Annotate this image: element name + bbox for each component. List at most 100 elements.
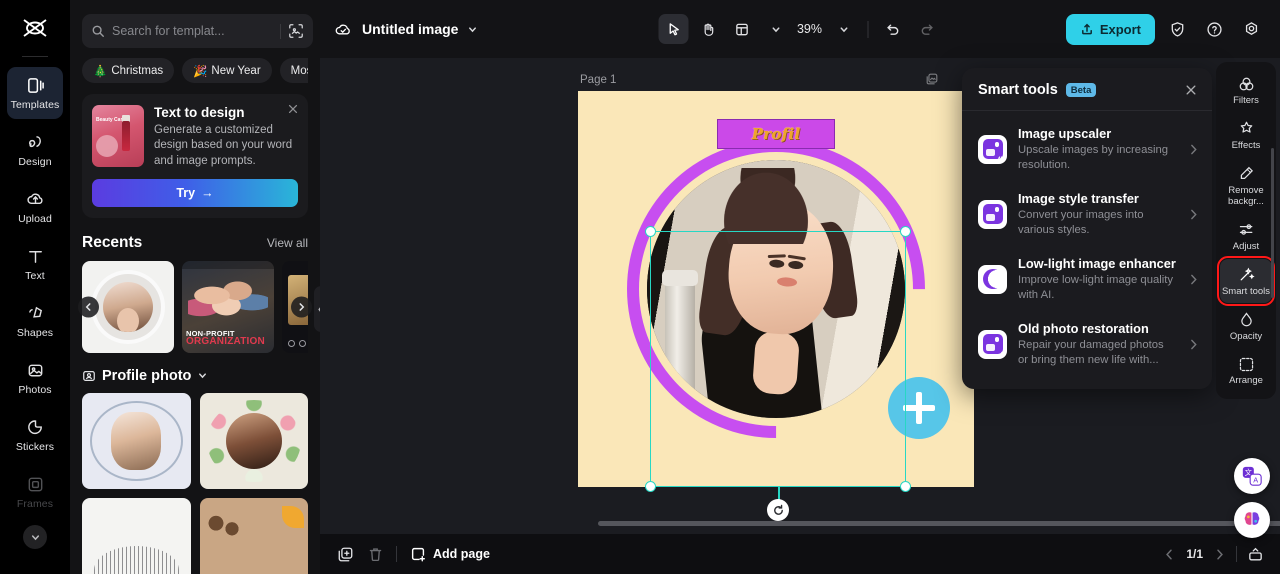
delete-page-button[interactable] xyxy=(366,545,384,563)
smart-tool-old-photo-restoration[interactable]: C Old photo restoration Repair your dama… xyxy=(962,312,1212,377)
search-input[interactable] xyxy=(112,24,273,38)
rotate-stem xyxy=(778,486,780,510)
lips-shape xyxy=(776,277,798,288)
ai-assistant-fab[interactable] xyxy=(1234,502,1270,538)
stickers-icon xyxy=(25,417,45,437)
text-to-design-promo-card[interactable]: Beauty Care Text to design Generate a cu… xyxy=(82,94,308,218)
profil-banner[interactable]: Profil xyxy=(717,119,835,149)
sidebar-item-upload[interactable]: Upload xyxy=(7,181,63,233)
design-icon xyxy=(25,132,45,152)
collapse-panel-button[interactable] xyxy=(314,286,320,332)
promo-thumbnail: Beauty Care xyxy=(92,105,144,167)
arrange-icon xyxy=(1237,355,1255,373)
sidebar-item-frames[interactable]: Frames xyxy=(7,466,63,518)
sidebar-item-photos[interactable]: Photos xyxy=(7,352,63,404)
banner-text: Profil xyxy=(751,125,801,143)
smart-tool-name: Low-light image enhancer xyxy=(1018,255,1176,271)
settings-button[interactable] xyxy=(1236,14,1266,44)
prev-page-button[interactable] xyxy=(1163,548,1176,561)
sidebar-item-templates[interactable]: Templates xyxy=(7,67,63,119)
chip-label: Mos xyxy=(290,64,308,77)
capcut-editor-window: Templates Design Upload Text Shapes Phot… xyxy=(0,0,1280,574)
chip-most[interactable]: Mos xyxy=(279,58,308,83)
document-name-group[interactable]: Untitled image xyxy=(334,20,478,39)
add-page-button[interactable]: Add page xyxy=(409,545,490,563)
select-tool-button[interactable] xyxy=(658,14,689,44)
arrow-right-icon: → xyxy=(201,185,214,200)
next-page-button[interactable] xyxy=(1213,548,1226,561)
duplicate-page-button[interactable] xyxy=(336,545,354,563)
right-tool-adjust[interactable]: Adjust xyxy=(1220,214,1272,258)
recent-template-card[interactable]: NON-PROFIT ORGANIZATION xyxy=(182,260,274,353)
toolbar-center-tools: 39% xyxy=(658,14,942,44)
layout-chevron-button[interactable] xyxy=(761,14,791,44)
canvas-horizontal-scrollbar[interactable] xyxy=(598,521,1280,526)
smart-tool-description: Upscale images by increasing resolution. xyxy=(1018,144,1169,172)
right-tool-smart-tools[interactable]: Smart tools xyxy=(1217,255,1275,306)
rotate-handle[interactable] xyxy=(767,499,789,521)
translate-fab[interactable]: 文 A xyxy=(1234,458,1270,494)
chip-label: New Year xyxy=(211,64,261,77)
right-tool-remove-background[interactable]: Remove backgr... xyxy=(1220,158,1272,213)
smart-tool-image-upscaler[interactable]: 4K Image upscaler Upscale images by incr… xyxy=(962,117,1212,182)
smart-tool-name: Image style transfer xyxy=(1018,190,1139,206)
search-box[interactable] xyxy=(82,14,313,48)
smart-tool-low-light-image-enhancer[interactable]: Low-light image enhancer Improve low-lig… xyxy=(962,247,1212,312)
expand-sidebar-button[interactable] xyxy=(23,525,47,549)
lamp-shape xyxy=(662,270,698,398)
design-artboard[interactable]: Profil xyxy=(578,91,974,487)
compact-shape xyxy=(96,135,118,157)
carousel-prev-button[interactable] xyxy=(78,296,99,318)
profile-photo-header[interactable]: Profile photo xyxy=(82,368,308,384)
right-tool-label: Arrange xyxy=(1229,375,1263,387)
sidebar-item-text[interactable]: Text xyxy=(7,238,63,290)
right-tool-label: Smart tools xyxy=(1221,285,1271,297)
right-tool-opacity[interactable]: Opacity xyxy=(1220,304,1272,348)
help-button[interactable] xyxy=(1199,14,1229,44)
shield-button[interactable] xyxy=(1162,14,1192,44)
chevron-down-icon[interactable] xyxy=(467,24,478,35)
template-card[interactable] xyxy=(82,392,191,489)
eyebrow-right xyxy=(788,254,807,261)
smart-tool-image-style-transfer[interactable]: Image style transfer Convert your images… xyxy=(962,182,1212,247)
template-portrait-shape xyxy=(103,281,153,332)
chip-christmas[interactable]: 🎄 Christmas xyxy=(82,58,175,83)
right-tool-filters[interactable]: Filters xyxy=(1220,68,1272,112)
close-icon[interactable] xyxy=(1184,83,1198,97)
view-all-link[interactable]: View all xyxy=(267,236,308,250)
add-photo-button[interactable] xyxy=(888,377,950,439)
page-label: Page 1 xyxy=(580,74,617,86)
zoom-chevron-button[interactable] xyxy=(829,14,859,44)
undo-button[interactable] xyxy=(878,14,908,44)
sidebar-item-stickers[interactable]: Stickers xyxy=(7,409,63,461)
duplicate-page-icon[interactable] xyxy=(925,72,939,86)
sidebar-item-design[interactable]: Design xyxy=(7,124,63,176)
sidebar-item-shapes[interactable]: Shapes xyxy=(7,295,63,347)
export-button[interactable]: Export xyxy=(1065,13,1155,45)
redo-button[interactable] xyxy=(912,14,942,44)
image-search-icon[interactable] xyxy=(288,23,304,39)
layout-tool-button[interactable] xyxy=(727,14,757,44)
right-tool-arrange[interactable]: Arrange xyxy=(1220,348,1272,392)
halftone-shape xyxy=(94,545,179,574)
right-tool-label: Filters xyxy=(1233,95,1259,106)
zoom-level: 39% xyxy=(796,22,823,36)
template-card[interactable] xyxy=(82,497,191,574)
template-card[interactable] xyxy=(199,497,308,574)
chip-new-year[interactable]: 🎉 New Year xyxy=(182,58,272,83)
portrait-photo[interactable] xyxy=(647,160,905,418)
capcut-logo-icon[interactable] xyxy=(18,14,52,44)
template-card[interactable] xyxy=(199,392,308,489)
right-tool-effects[interactable]: Effects xyxy=(1220,113,1272,157)
left-icon-rail: Templates Design Upload Text Shapes Phot… xyxy=(0,0,70,574)
right-toolbar-scrollbar[interactable] xyxy=(1271,148,1274,298)
present-button[interactable] xyxy=(1247,546,1264,563)
template-dots-row xyxy=(288,339,308,347)
branch-shape xyxy=(207,511,248,540)
chevron-down-icon[interactable] xyxy=(197,370,208,381)
hand-tool-button[interactable] xyxy=(693,14,723,44)
try-button[interactable]: Try → xyxy=(92,178,298,207)
carousel-next-button[interactable] xyxy=(291,296,312,318)
hair-bun-shape xyxy=(719,167,812,244)
close-icon[interactable] xyxy=(287,103,299,115)
